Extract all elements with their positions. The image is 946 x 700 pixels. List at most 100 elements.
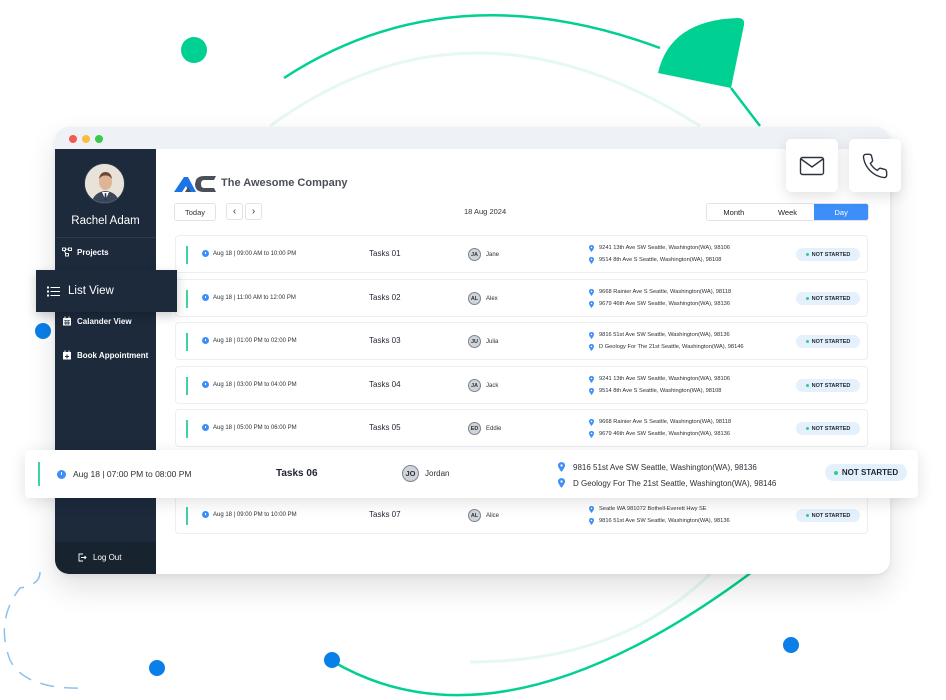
clock-icon <box>202 381 209 388</box>
task-time: Aug 18 | 09:00 AM to 10:00 PM <box>202 250 296 257</box>
address-line: 9241 13th Ave SW Seattle, Washington(WA)… <box>589 242 730 254</box>
task-assignee: JA Jane <box>468 248 499 261</box>
task-assignee: JO Jordan <box>402 465 449 482</box>
status-dot-icon <box>805 297 809 300</box>
address-text: 9668 Rainier Ave S Seattle, Washington(W… <box>599 289 732 295</box>
assignee-avatar: JA <box>468 379 481 392</box>
sidebar-item-label: Book Appointment <box>77 350 149 360</box>
window-close-dot[interactable] <box>69 135 77 143</box>
assignee-avatar: ED <box>468 422 481 435</box>
window-maximize-dot[interactable] <box>95 135 103 143</box>
task-addresses: 9241 13th Ave SW Seattle, Washington(WA)… <box>589 373 730 397</box>
task-row[interactable]: Aug 18 | 01:00 PM to 02:00 PM Tasks 03 JU J… <box>175 322 868 360</box>
status-badge: NOT STARTED <box>796 379 860 392</box>
task-assignee: JU Julia <box>468 335 498 348</box>
status-text: NOT STARTED <box>811 512 851 519</box>
address-text: 9241 13th Ave SW Seattle, Washington(WA)… <box>599 245 730 251</box>
view-month-tab[interactable]: Month <box>707 204 761 220</box>
status-dot-icon <box>805 427 809 430</box>
task-row[interactable]: Aug 18 | 09:00 AM to 10:00 PM Tasks 01 JA J… <box>175 235 868 273</box>
sidebar-item-list-view[interactable]: List View <box>36 270 177 312</box>
status-badge: NOT STARTED <box>796 248 860 261</box>
task-time-text: Aug 18 | 07:00 PM to 08:00 PM <box>73 469 192 479</box>
user-name: Rachel Adam <box>71 215 140 227</box>
task-addresses: 9668 Rainier Ave S Seattle, Washington(W… <box>589 416 731 440</box>
clock-icon <box>202 337 209 344</box>
task-time: Aug 18 | 03:00 PM to 04:00 PM <box>202 381 297 388</box>
status-dot-icon <box>805 514 809 517</box>
task-row[interactable]: Aug 18 | 05:00 PM to 06:00 PM Tasks 05 ED E… <box>175 409 868 447</box>
clock-icon <box>202 250 209 257</box>
list-icon <box>47 286 60 296</box>
next-date-button[interactable]: › <box>245 203 262 220</box>
task-row[interactable]: Aug 18 | 09:00 PM to 10:00 PM Tasks 07 AL A… <box>175 496 868 534</box>
task-name: Tasks 06 <box>276 468 318 479</box>
deco-green-dot <box>181 37 207 63</box>
assignee-name: Alice <box>486 512 500 519</box>
address-text: 9816 51st Ave SW Seattle, Washington(WA)… <box>599 332 730 338</box>
email-button[interactable] <box>786 139 838 192</box>
logout-section: Log Out <box>55 542 156 574</box>
task-row-highlighted[interactable]: Aug 18 | 07:00 PM to 08:00 PM Tasks 06 J… <box>25 450 918 498</box>
address-line: D Geology For The 21st Seattle, Washingt… <box>589 341 744 353</box>
address-line: 9241 13th Ave SW Seattle, Washington(WA)… <box>589 373 730 385</box>
main-content: The Awesome Company Today ‹ › 18 Aug 202… <box>156 149 890 574</box>
sidebar-item-calendar-view[interactable]: Calander View <box>62 316 132 326</box>
sidebar-item-label: List View <box>68 285 114 297</box>
mail-icon <box>799 156 825 175</box>
deco-blue-dot-bottom-left <box>149 660 165 676</box>
logout-icon <box>78 553 87 562</box>
task-row[interactable]: Aug 18 | 03:00 PM to 04:00 PM Tasks 04 JA J… <box>175 366 868 404</box>
address-line: D Geology For The 21st Seattle, Washingt… <box>558 475 776 491</box>
status-text: NOT STARTED <box>811 338 851 345</box>
prev-date-button[interactable]: ‹ <box>226 203 243 220</box>
status-dot-icon <box>805 340 809 343</box>
task-name: Tasks 02 <box>369 293 401 302</box>
assignee-avatar: JO <box>402 465 419 482</box>
address-text: 9514 8th Ave S Seattle, Washington(WA), … <box>599 388 722 394</box>
calendar-plus-icon <box>63 350 71 360</box>
location-pin-icon <box>589 288 594 296</box>
address-text: 9679 46th Ave SW Seattle, Washington(WA)… <box>599 431 730 437</box>
task-time: Aug 18 | 11:00 AM to 12:00 PM <box>202 294 296 301</box>
assignee-name: Jane <box>486 251 500 258</box>
sidebar-item-book-appointment[interactable]: Book Appointment <box>62 350 148 360</box>
task-time: Aug 18 | 05:00 PM to 06:00 PM <box>202 424 297 431</box>
location-pin-icon <box>589 331 594 339</box>
view-week-tab[interactable]: Week <box>761 204 815 220</box>
task-addresses: Seatle WA 981072 Bothell-Everett Hwy SE 9… <box>589 503 730 527</box>
view-day-tab[interactable]: Day <box>814 204 868 220</box>
clock-icon <box>202 424 209 431</box>
clock-icon <box>202 294 209 301</box>
logout-button[interactable]: Log Out <box>78 553 121 562</box>
phone-button[interactable] <box>849 139 901 192</box>
row-accent-bar <box>38 462 40 486</box>
address-text: 9514 8th Ave S Seattle, Washington(WA), … <box>599 257 722 263</box>
location-pin-icon <box>589 505 594 513</box>
row-accent-bar <box>186 246 188 264</box>
address-text: D Geology For The 21st Seattle, Washingt… <box>573 478 777 488</box>
stage: Rachel Adam Projects Calander View Book … <box>0 0 946 700</box>
status-badge: NOT STARTED <box>796 335 860 348</box>
status-text: NOT STARTED <box>811 425 851 432</box>
task-name: Tasks 03 <box>369 336 401 345</box>
task-time-text: Aug 18 | 11:00 AM to 12:00 PM <box>213 294 296 301</box>
window-minimize-dot[interactable] <box>82 135 90 143</box>
status-text: NOT STARTED <box>841 468 899 477</box>
task-row[interactable]: Aug 18 | 11:00 AM to 12:00 PM Tasks 02 AL A… <box>175 279 868 317</box>
task-name: Tasks 07 <box>369 510 401 519</box>
row-accent-bar <box>186 420 188 438</box>
clock-icon <box>202 511 209 518</box>
logout-label: Log Out <box>93 553 122 562</box>
sidebar-item-projects[interactable]: Projects <box>62 247 109 257</box>
deco-arc-bottom <box>331 570 753 697</box>
task-time-text: Aug 18 | 03:00 PM to 04:00 PM <box>213 381 297 388</box>
today-button[interactable]: Today <box>174 203 216 221</box>
address-line: 9514 8th Ave S Seattle, Washington(WA), … <box>589 385 730 397</box>
location-pin-icon <box>589 343 594 351</box>
company-name: The Awesome Company <box>221 177 348 189</box>
view-switcher: Month Week Day <box>706 203 869 221</box>
status-badge: NOT STARTED <box>796 422 860 435</box>
sidebar-item-label: Projects <box>77 247 109 257</box>
phone-icon <box>862 153 888 178</box>
